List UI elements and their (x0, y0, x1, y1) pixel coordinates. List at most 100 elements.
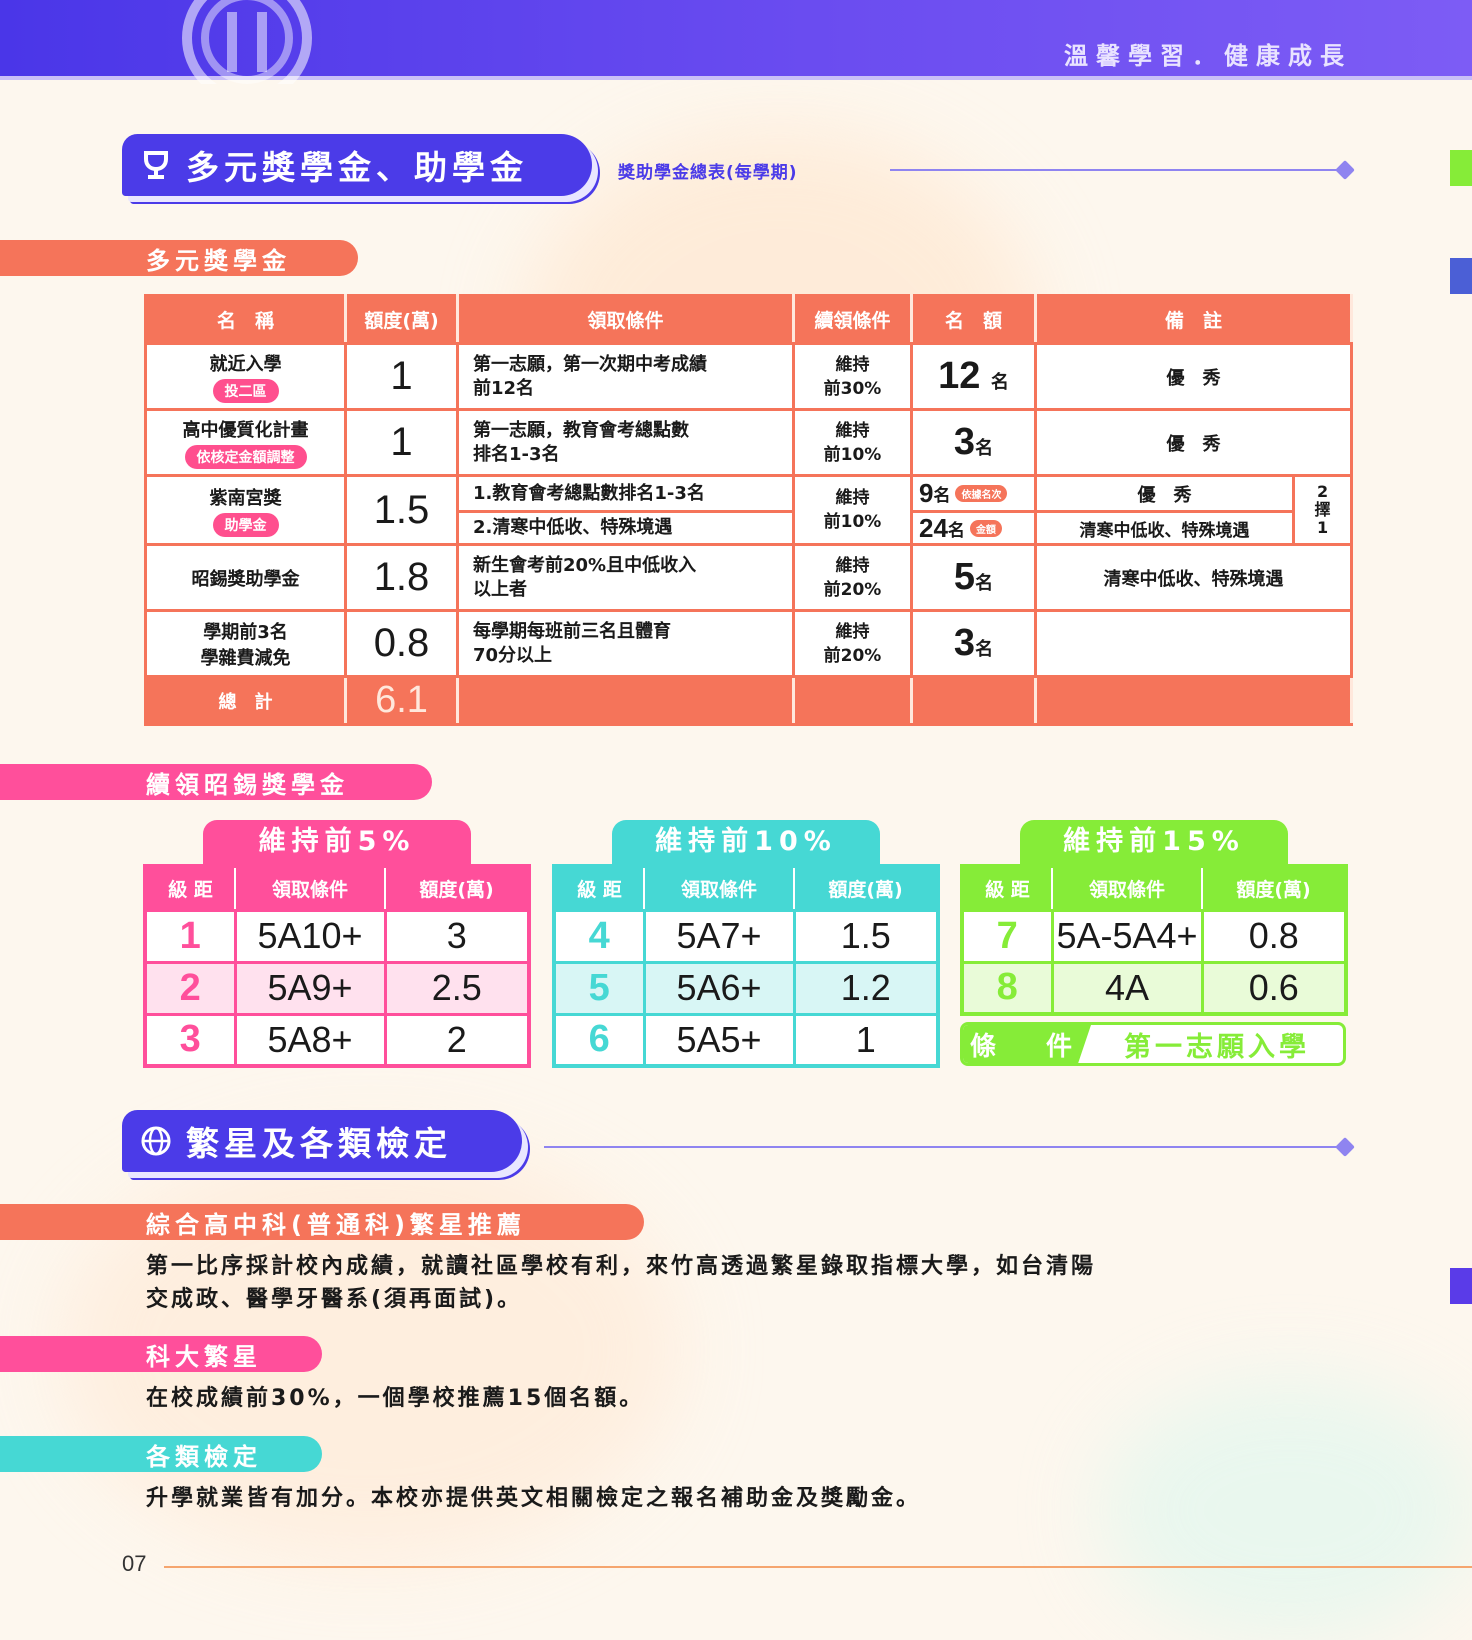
column-header: 名 稱 (144, 294, 347, 345)
subheading-scholarship: 多元獎學金 (0, 240, 358, 276)
scholarship-name: 昭錫獎助學金 (144, 543, 347, 612)
total-amount: 6.1 (344, 675, 459, 726)
condition-cell: 1.教育會考總點數排名1-3名 2.清寒中低收、特殊境遇 (456, 474, 795, 546)
column-header: 領取條件 (456, 294, 795, 345)
divider-dot (1335, 1137, 1355, 1157)
tier-table-top5: 維持前5% 級 距 領取條件 額度(萬) 1 5A10+ 3 2 5A9+ 2.… (143, 820, 531, 1068)
table-row: 高中優質化計畫 依核定金額調整 1 第一志願，教育會考總點數 排名1-3名 維持 前1… (144, 408, 1354, 477)
note-cell: 優 秀 (1033, 342, 1354, 411)
tier-row: 7 5A-5A4+ 0.8 (960, 908, 1348, 964)
trophy-icon (144, 151, 168, 179)
top-banner: 溫馨學習．健康成長 (0, 0, 1472, 84)
globe-star-icon (141, 1126, 171, 1156)
section-title-scholarship: 多元獎學金、助學金 (122, 134, 592, 196)
slogan-text: 溫馨學習．健康成長 (1064, 42, 1352, 70)
page-number: 07 (122, 1551, 147, 1576)
table-row: 學期前3名 學雜費減免 0.8 每學期每班前三名且體育 70分以上 維持 前20% 3… (144, 609, 1354, 678)
condition-bar: 條 件 第一志願入學 (960, 1022, 1346, 1066)
subheading-star-recommendation: 綜合高中科(普通科)繁星推薦 (0, 1204, 644, 1240)
divider-line (890, 169, 1340, 171)
column-header: 領取條件 (234, 866, 386, 910)
keep-cell: 維持 前30% (792, 342, 913, 411)
keep-cell: 維持 前20% (792, 609, 913, 678)
condition-cell: 第一志願，教育會考總點數 排名1-3名 (456, 408, 795, 477)
condition-cell: 第一志願，第一次期中考成績 前12名 (456, 342, 795, 411)
side-tab-green (1450, 150, 1472, 186)
name-tag: 依核定金額調整 (184, 445, 307, 469)
column-header: 領取條件 (643, 866, 795, 910)
paragraph: 第一比序採計校內成績，就讀社區學校有利，來竹高透過繁星錄取指標大學，如台清陽 交… (146, 1254, 1097, 1312)
paragraph: 在校成績前30%，一個學校推薦15個名額。 (146, 1386, 645, 1411)
quota-cell: 9名 依據名次 24 名 金額 (910, 474, 1037, 546)
scholarship-table: 名 稱 額度(萬) 領取條件 續領條件 名 額 備 註 就近入學 投二區 1 第一… (144, 294, 1354, 726)
tier-table-top10: 維持前10% 級 距 領取條件 額度(萬) 4 5A7+ 1.5 5 5A6+ … (552, 820, 940, 1068)
quota-cell: 5名 (910, 543, 1037, 612)
condition-label: 條 件 (963, 1025, 1091, 1063)
footer-line (164, 1566, 1472, 1568)
amount-cell: 1 (344, 408, 459, 477)
section-title-star: 繁星及各類檢定 (122, 1110, 522, 1172)
table-row: 昭錫獎助學金 1.8 新生會考前20%且中低收入 以上者 維持 前20% 5名 清寒… (144, 543, 1354, 612)
column-header: 名 額 (910, 294, 1037, 345)
total-label: 總 計 (144, 675, 347, 726)
column-header: 備 註 (1033, 294, 1354, 345)
section-title-text: 多元獎學金、助學金 (186, 148, 528, 187)
divider-dot (1335, 160, 1355, 180)
condition-cell: 新生會考前20%且中低收入 以上者 (456, 543, 795, 612)
subheading-tech-star: 科大繁星 (0, 1336, 322, 1372)
name-tag: 助學金 (212, 512, 279, 537)
column-header: 級 距 (168, 878, 213, 901)
condition-cell: 每學期每班前三名且體育 70分以上 (456, 609, 795, 678)
note-cell: 優 秀 (1033, 408, 1354, 477)
tier-row: 5 5A6+ 1.2 (552, 960, 940, 1016)
condition-option: 1.教育會考總點數排名1-3名 (473, 482, 705, 504)
quota-cell: 12 名 (910, 342, 1037, 411)
table-header-row: 名 稱 額度(萬) 領取條件 續領條件 名 額 備 註 (144, 294, 1354, 345)
tier-row: 2 5A9+ 2.5 (143, 960, 531, 1016)
table-row: 就近入學 投二區 1 第一志願，第一次期中考成績 前12名 維持 前30% 12 名 … (144, 342, 1354, 411)
column-header: 級 距 (985, 878, 1030, 901)
tier-row: 8 4A 0.6 (960, 960, 1348, 1016)
quota-tag: 依據名次 (955, 485, 1008, 502)
choice-cell: 2擇1 (1291, 474, 1354, 546)
keep-cell: 維持 前10% (792, 474, 913, 546)
amount-cell: 0.8 (344, 609, 459, 678)
column-header: 級 距 (577, 878, 622, 901)
scholarship-name: 學期前3名 學雜費減免 (144, 609, 347, 678)
condition-value: 第一志願入學 (1124, 1031, 1310, 1063)
note-cell (1033, 609, 1354, 678)
column-header: 額度(萬) (419, 878, 494, 901)
divider-line (544, 1146, 1340, 1148)
note-cell: 優 秀 清寒中低收、特殊境遇 (1034, 474, 1295, 546)
summary-caption: 獎助學金總表(每學期) (618, 163, 798, 183)
quota-tag: 金額 (969, 519, 1002, 537)
column-header: 額度(萬) (1236, 878, 1311, 901)
tier-row: 1 5A10+ 3 (143, 908, 531, 964)
column-header: 續領條件 (792, 294, 913, 345)
tier-title: 維持前15% (1020, 820, 1288, 864)
side-tab-blue (1450, 258, 1472, 294)
quota-cell: 3名 (910, 609, 1037, 678)
note-cell: 清寒中低收、特殊境遇 (1033, 543, 1354, 612)
keep-cell: 維持 前10% (792, 408, 913, 477)
condition-option: 2.清寒中低收、特殊境遇 (459, 510, 792, 543)
scholarship-name: 就近入學 投二區 (144, 342, 347, 411)
tier-table-top15: 維持前15% 級 距 領取條件 額度(萬) 7 5A-5A4+ 0.8 8 4A… (960, 820, 1348, 1016)
column-header: 額度(萬) (828, 878, 903, 901)
subheading-continuation: 續領昭錫獎學金 (0, 764, 432, 800)
keep-cell: 維持 前20% (792, 543, 913, 612)
quota-cell: 3名 (910, 408, 1037, 477)
tier-title: 維持前5% (203, 820, 471, 864)
table-row: 紫南宮獎 助學金 1.5 1.教育會考總點數排名1-3名 2.清寒中低收、特殊境遇… (144, 474, 1354, 546)
tier-row: 4 5A7+ 1.5 (552, 908, 940, 964)
school-logo-icon (182, 0, 312, 84)
amount-cell: 1.5 (344, 474, 459, 546)
scholarship-name: 紫南宮獎 助學金 (144, 474, 347, 546)
amount-cell: 1.8 (344, 543, 459, 612)
scholarship-name: 高中優質化計畫 依核定金額調整 (144, 408, 347, 477)
column-header: 領取條件 (1051, 866, 1203, 910)
subheading-certification: 各類檢定 (0, 1436, 322, 1472)
section-title-text: 繁星及各類檢定 (186, 1124, 452, 1163)
name-tag: 投二區 (212, 379, 279, 403)
tier-row: 6 5A5+ 1 (552, 1012, 940, 1068)
